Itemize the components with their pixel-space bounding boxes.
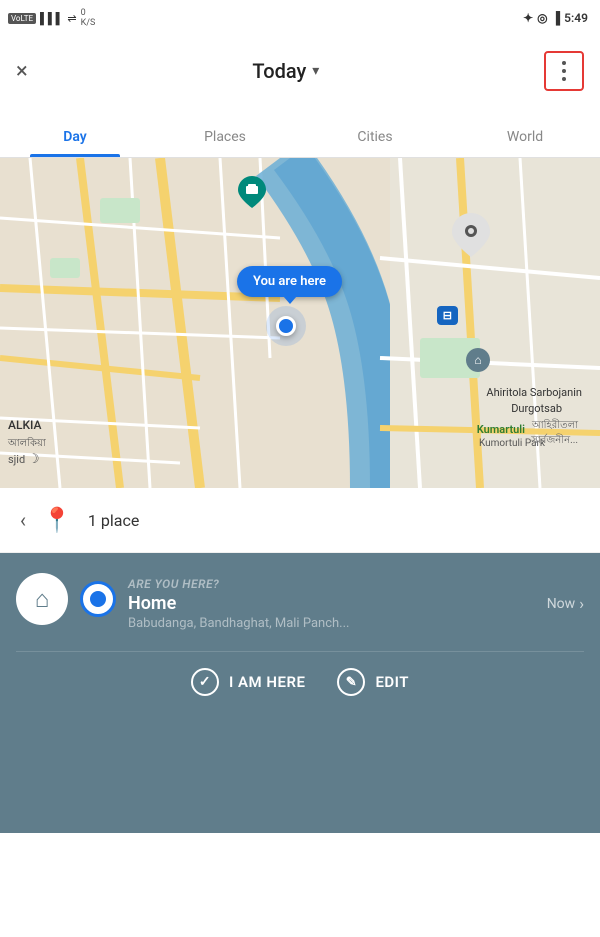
map-label-sjid: sjid ☽ <box>8 452 40 467</box>
location-indicator-dot <box>80 581 116 617</box>
title-dropdown-arrow: ▾ <box>312 63 319 79</box>
tab-places[interactable]: Places <box>150 129 300 157</box>
map-label-ahiritola2: Durgotsab <box>511 402 562 415</box>
map-label-ahiritola1: Ahiritola Sarbojanin <box>486 386 582 399</box>
edit-label: EDIT <box>375 673 409 691</box>
home-icon: ⌂ <box>35 585 50 614</box>
map-label-alkia: ALKIA <box>8 418 41 432</box>
tab-cities[interactable]: Cities <box>300 129 450 157</box>
map-label-kumartuli: Kumartuli <box>477 423 525 436</box>
status-bar: VoLTE ▌▌▌ ⇌ 0K/S ✦ ◎ ▐ 5:49 <box>0 0 600 36</box>
more-options-button[interactable] <box>544 51 584 91</box>
location-name: Home <box>128 593 176 614</box>
place-count-text: 1 place <box>88 511 139 530</box>
bottom-card: ⌂ ARE YOU HERE? Home Now › Babudanga, Ba… <box>0 553 600 833</box>
place-count-bar: ‹ 📍 1 place <box>0 488 600 553</box>
map-area[interactable]: ⊟ ⌂ ALKIA আলকিয়া Kumartuli Kumortuli Pa… <box>0 158 600 488</box>
signal-strength: ▌▌▌ <box>40 12 63 25</box>
location-address: Babudanga, Bandhaghat, Mali Panch... <box>128 616 584 631</box>
battery-icon: ▐ <box>552 11 561 25</box>
location-item: ⌂ ARE YOU HERE? Home Now › Babudanga, Ba… <box>16 573 584 631</box>
building-icon: ⌂ <box>466 348 490 372</box>
header-title-text: Today <box>252 59 306 83</box>
location-name-row: Home Now › <box>128 593 584 614</box>
location-dot-inner <box>90 591 106 607</box>
tab-world[interactable]: World <box>450 129 600 157</box>
header: × Today ▾ <box>0 36 600 106</box>
action-buttons: ✓ I AM HERE ✎ EDIT <box>16 651 584 696</box>
tab-day[interactable]: Day <box>0 129 150 157</box>
tab-bar: Day Places Cities World <box>0 106 600 158</box>
location-question: ARE YOU HERE? <box>128 577 584 591</box>
map-label-alkia-bengali: আলকিয়া <box>8 436 46 453</box>
location-icon: ◎ <box>537 11 547 25</box>
three-dots-icon <box>562 61 566 81</box>
edit-circle-icon: ✎ <box>337 668 365 696</box>
bluetooth-icon: ✦ <box>523 11 533 25</box>
map-label-ahiritola4: সার্বজনীন... <box>531 433 578 450</box>
i-am-here-label: I AM HERE <box>229 673 305 691</box>
data-speed: 0K/S <box>81 8 96 28</box>
status-left: VoLTE ▌▌▌ ⇌ 0K/S <box>8 8 95 28</box>
location-info: ARE YOU HERE? Home Now › Babudanga, Band… <box>128 573 584 631</box>
time-chevron-icon: › <box>579 594 584 613</box>
edit-button[interactable]: ✎ EDIT <box>337 668 409 696</box>
i-am-here-button[interactable]: ✓ I AM HERE <box>191 668 305 696</box>
back-arrow-button[interactable]: ‹ <box>20 508 26 532</box>
you-are-here-tooltip: You are here <box>237 266 342 297</box>
transit-icon: ⊟ <box>437 306 458 325</box>
header-title-area[interactable]: Today ▾ <box>252 59 319 83</box>
home-avatar: ⌂ <box>16 573 68 625</box>
volte-badge: VoLTE <box>8 13 36 24</box>
teal-pin-icon <box>238 176 266 208</box>
wifi-icon: ⇌ <box>67 12 76 25</box>
white-pin-icon <box>452 213 490 257</box>
place-pin-icon: 📍 <box>42 506 72 534</box>
current-location-dot <box>276 316 296 336</box>
clock: 5:49 <box>564 11 588 25</box>
status-right: ✦ ◎ ▐ 5:49 <box>523 11 588 25</box>
check-circle-icon: ✓ <box>191 668 219 696</box>
location-time: Now › <box>547 594 584 613</box>
close-button[interactable]: × <box>16 59 28 84</box>
